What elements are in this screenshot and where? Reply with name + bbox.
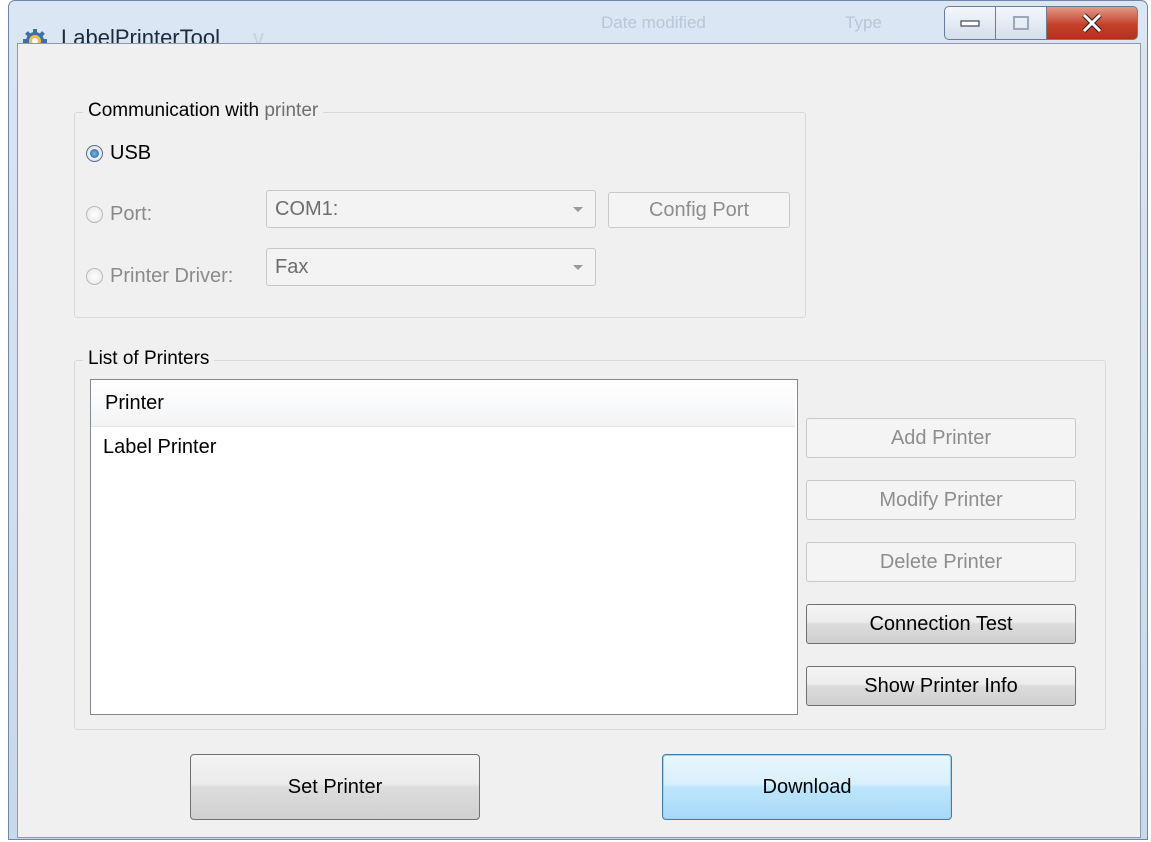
port-select[interactable]: COM1: <box>266 190 596 228</box>
background-column-header: Date modified <box>601 13 706 32</box>
show-printer-info-label: Show Printer Info <box>864 674 1018 697</box>
delete-printer-button[interactable]: Delete Printer <box>806 542 1076 582</box>
config-port-button[interactable]: Config Port <box>608 192 790 228</box>
delete-printer-label: Delete Printer <box>879 550 1003 573</box>
printer-list-header[interactable]: Printer <box>91 380 795 427</box>
download-label: Download <box>762 775 852 798</box>
connection-test-button[interactable]: Connection Test <box>806 604 1076 644</box>
usb-label: USB <box>110 142 152 164</box>
download-button[interactable]: Download <box>662 754 952 820</box>
port-option[interactable]: Port: <box>86 203 152 226</box>
printer-list[interactable]: Printer Label Printer <box>90 379 798 715</box>
printer-driver-option[interactable]: Printer Driver: <box>86 265 233 288</box>
app-window: LabelPrinterTool v Date modified Type Co… <box>8 0 1148 840</box>
communication-group-label: Communication with printer <box>83 100 324 122</box>
add-printer-label: Add Printer <box>890 426 992 449</box>
add-printer-button[interactable]: Add Printer <box>806 418 1076 458</box>
close-button[interactable] <box>1046 6 1138 40</box>
show-printer-info-button[interactable]: Show Printer Info <box>806 666 1076 706</box>
chevron-down-icon <box>573 265 583 270</box>
modify-printer-button[interactable]: Modify Printer <box>806 480 1076 520</box>
port-radio[interactable] <box>86 206 103 223</box>
client-area: Communication with printer USB Port: COM… <box>17 43 1141 838</box>
modify-printer-label: Modify Printer <box>879 488 1003 511</box>
list-item[interactable]: Label Printer <box>91 427 797 467</box>
chevron-down-icon <box>573 207 583 212</box>
printer-driver-select[interactable]: Fax <box>266 248 596 286</box>
usb-radio[interactable] <box>86 145 103 162</box>
minimize-icon <box>960 20 980 27</box>
set-printer-button[interactable]: Set Printer <box>190 754 480 820</box>
close-icon <box>1082 13 1102 33</box>
port-select-value: COM1: <box>275 198 339 220</box>
config-port-label: Config Port <box>648 198 750 221</box>
minimize-button[interactable] <box>944 6 996 40</box>
connection-test-label: Connection Test <box>869 612 1013 635</box>
printer-driver-radio[interactable] <box>86 268 103 285</box>
background-column-header: Type <box>845 13 882 32</box>
port-label: Port: <box>110 203 153 225</box>
printer-driver-select-value: Fax <box>275 256 309 278</box>
usb-option[interactable]: USB <box>86 142 151 165</box>
maximize-button[interactable] <box>995 6 1047 40</box>
set-printer-label: Set Printer <box>287 775 383 798</box>
maximize-icon <box>1013 16 1029 30</box>
printer-driver-label: Printer Driver: <box>110 265 234 287</box>
printers-group-label: List of Printers <box>83 348 215 370</box>
